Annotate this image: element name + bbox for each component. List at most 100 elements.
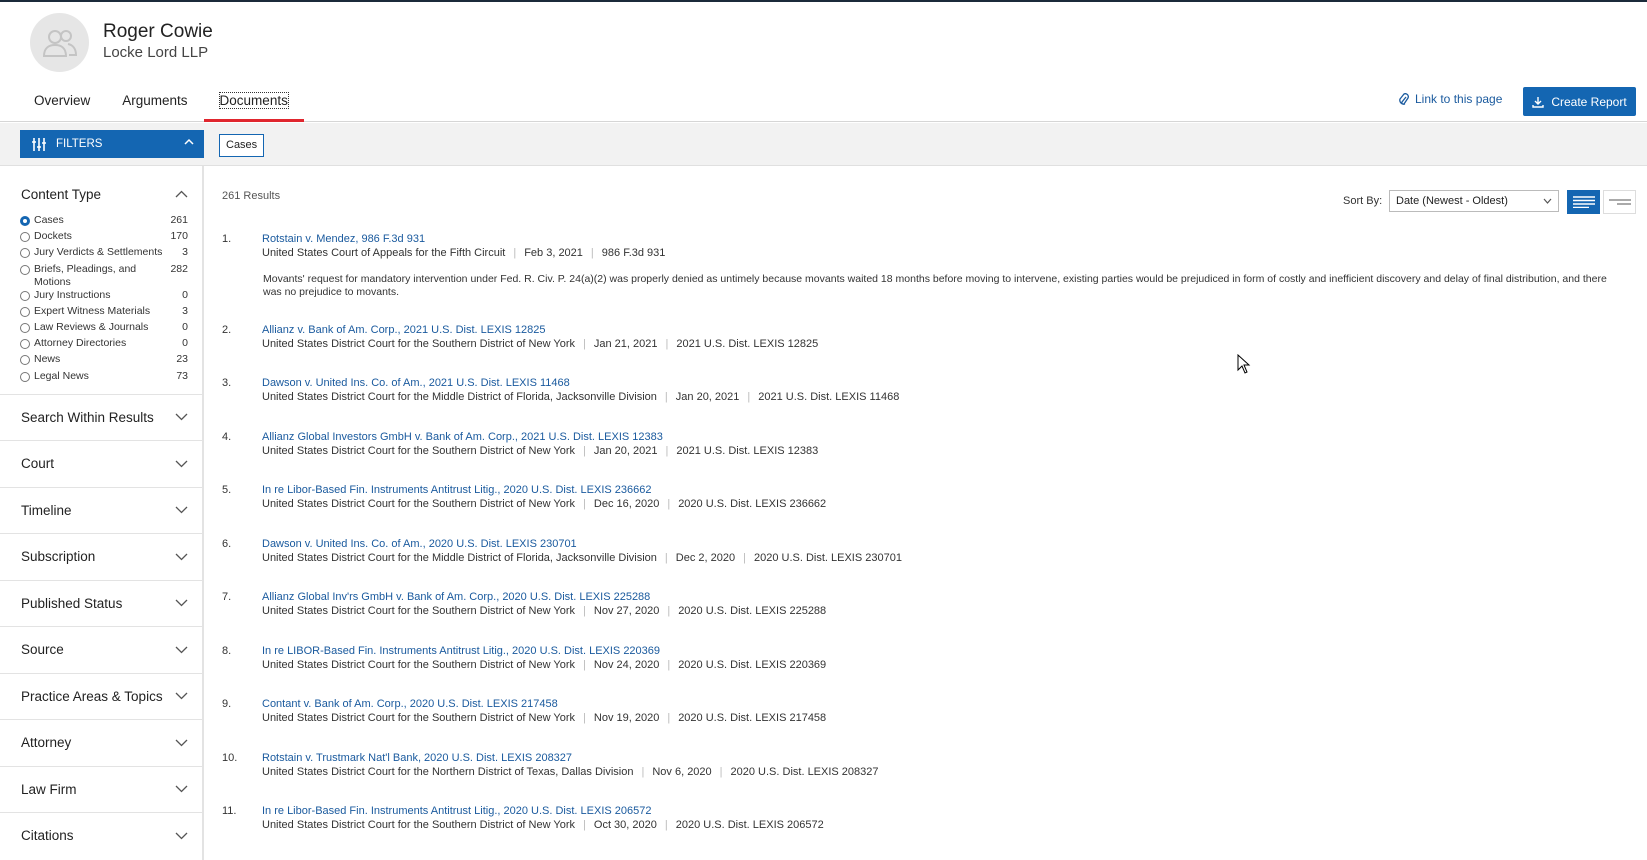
content-type-item-jury-verdicts[interactable]: Jury Verdicts & Settlements 3	[20, 246, 188, 262]
result-title-link[interactable]: In re Libor-Based Fin. Instruments Antit…	[262, 484, 651, 496]
content-type-item-dockets[interactable]: Dockets 170	[20, 230, 188, 246]
result-title-link[interactable]: Contant v. Bank of Am. Corp., 2020 U.S. …	[262, 698, 558, 710]
separator: |	[664, 552, 668, 564]
result-court: United States District Court for the Sou…	[262, 659, 576, 671]
content-type-item-law-reviews[interactable]: Law Reviews & Journals 0	[20, 321, 188, 337]
tab-label: Documents	[218, 92, 289, 109]
link-to-page-button[interactable]: Link to this page	[1398, 92, 1502, 106]
content-type-label: Cases	[34, 214, 64, 226]
chevron-up-icon	[175, 190, 188, 198]
list-compact-icon	[1608, 199, 1631, 205]
filter-section-court[interactable]: Court	[0, 440, 202, 487]
filter-section-label: Practice Areas & Topics	[21, 688, 163, 704]
mouse-cursor-icon	[1237, 354, 1251, 374]
filter-section-timeline[interactable]: Timeline	[0, 486, 202, 534]
link-to-page-label: Link to this page	[1415, 92, 1503, 106]
result-citation: 2020 U.S. Dist. LEXIS 206572	[675, 819, 824, 831]
result-court: United States District Court for the Sou…	[262, 445, 576, 457]
radio-button[interactable]	[20, 306, 30, 317]
radio-button[interactable]	[20, 232, 30, 243]
radio-button[interactable]	[20, 322, 30, 333]
chevron-down-icon	[175, 413, 188, 421]
result-court: United States District Court for the Sou…	[262, 819, 576, 831]
result-court: United States District Court for the Nor…	[262, 766, 634, 778]
tab-documents[interactable]: Documents	[203, 80, 304, 122]
filter-section-subscription[interactable]: Subscription	[0, 533, 202, 580]
result-title-link[interactable]: Dawson v. United Ins. Co. of Am., 2021 U…	[262, 377, 570, 389]
result-number: 11.	[222, 805, 237, 817]
compact-view-button[interactable]	[1603, 190, 1636, 214]
filters-sidebar: Content Type Cases 261 Dockets 170 Jury Ve…	[0, 166, 204, 860]
filter-section-published-status[interactable]: Published Status	[0, 579, 202, 627]
result-title-link[interactable]: Allianz Global Inv'rs GmbH v. Bank of Am…	[262, 591, 650, 603]
chevron-down-icon	[175, 553, 188, 561]
sort-select[interactable]: Date (Newest - Oldest)	[1389, 190, 1559, 212]
content-type-label: Attorney Directories	[34, 337, 127, 350]
filter-section-source[interactable]: Source	[0, 626, 202, 673]
radio-button[interactable]	[20, 339, 30, 350]
content-type-count: 170	[170, 230, 188, 243]
tab-arguments[interactable]: Arguments	[106, 80, 203, 122]
content-type-item-expert-witness[interactable]: Expert Witness Materials 3	[20, 305, 188, 321]
result-title-link[interactable]: Allianz Global Investors GmbH v. Bank of…	[262, 431, 663, 443]
filter-section-label: Law Firm	[21, 781, 77, 797]
avatar	[30, 13, 89, 72]
filter-section-practice-areas-topics[interactable]: Practice Areas & Topics	[0, 672, 202, 720]
content-type-item-legal-news[interactable]: Legal News 73	[20, 370, 188, 386]
radio-button[interactable]	[20, 371, 30, 382]
result-title-link[interactable]: Allianz v. Bank of Am. Corp., 2021 U.S. …	[262, 324, 546, 336]
create-report-button[interactable]: Create Report	[1523, 87, 1636, 116]
separator: |	[583, 338, 586, 350]
result-title-link[interactable]: Rotstain v. Mendez, 986 F.3d 931	[262, 233, 425, 245]
content-type-label: Dockets	[34, 230, 72, 243]
sliders-icon	[32, 137, 46, 151]
tab-overview[interactable]: Overview	[18, 80, 106, 122]
list-detailed-icon	[1572, 196, 1595, 208]
content-type-item-jury-instructions[interactable]: Jury Instructions 0	[20, 289, 188, 305]
result-date: Jan 20, 2021	[593, 445, 658, 457]
result-title-link[interactable]: Rotstain v. Trustmark Nat'l Bank, 2020 U…	[262, 752, 572, 764]
content-type-item-news[interactable]: News 23	[20, 353, 188, 369]
chevron-up-icon	[184, 138, 194, 145]
filter-bar: FILTERS Cases	[0, 123, 1647, 166]
tab-label: Overview	[34, 93, 91, 108]
radio-button[interactable]	[20, 216, 30, 226]
result-court: United States District Court for the Mid…	[262, 552, 657, 564]
result-meta: United States District Court for the Sou…	[262, 498, 826, 510]
content-type-item-briefs[interactable]: Briefs, Pleadings, and Motions 282	[20, 263, 188, 289]
radio-button[interactable]	[20, 290, 30, 301]
radio-button[interactable]	[20, 264, 30, 275]
radio-button[interactable]	[20, 355, 30, 366]
chevron-down-icon	[175, 599, 188, 607]
chevron-down-icon	[175, 739, 188, 747]
filter-section-law-firm[interactable]: Law Firm	[0, 765, 202, 813]
result-meta: United States District Court for the Sou…	[262, 819, 824, 831]
separator: |	[667, 712, 671, 724]
filter-section-label: Published Status	[21, 595, 123, 611]
content-type-item-cases[interactable]: Cases 261	[20, 214, 188, 230]
filter-section-search-within-results[interactable]: Search Within Results	[0, 393, 202, 441]
content-type-item-attorney-directories[interactable]: Attorney Directories 0	[20, 337, 188, 353]
content-type-count: 3	[182, 304, 188, 317]
result-citation: 2020 U.S. Dist. LEXIS 225288	[678, 605, 827, 617]
result-court: United States District Court for the Sou…	[262, 338, 576, 350]
filter-sections: Search Within Results Court Timeline Subscr…	[0, 393, 202, 859]
radio-button[interactable]	[20, 248, 30, 259]
content-type-header[interactable]: Content Type	[0, 166, 202, 206]
filter-chip-cases[interactable]: Cases	[219, 134, 265, 157]
result-title-link[interactable]: In re LIBOR-Based Fin. Instruments Antit…	[262, 645, 660, 657]
content-type-label: Legal News	[34, 369, 89, 382]
result-title-link[interactable]: In re Libor-Based Fin. Instruments Antit…	[262, 805, 651, 817]
filters-toggle-button[interactable]: FILTERS	[20, 130, 204, 158]
filter-section-label: Source	[21, 642, 64, 658]
detailed-view-button[interactable]	[1567, 190, 1600, 214]
result-citation: 2020 U.S. Dist. LEXIS 220369	[678, 659, 827, 671]
filter-section-label: Search Within Results	[21, 409, 154, 425]
content-type-label: Expert Witness Materials	[34, 304, 151, 317]
filter-section-citations[interactable]: Citations	[0, 812, 202, 859]
result-date: Dec 2, 2020	[675, 552, 736, 564]
chevron-down-icon	[175, 785, 188, 793]
filter-section-label: Timeline	[21, 502, 72, 518]
filter-section-attorney[interactable]: Attorney	[0, 719, 202, 766]
result-title-link[interactable]: Dawson v. United Ins. Co. of Am., 2020 U…	[262, 538, 577, 550]
